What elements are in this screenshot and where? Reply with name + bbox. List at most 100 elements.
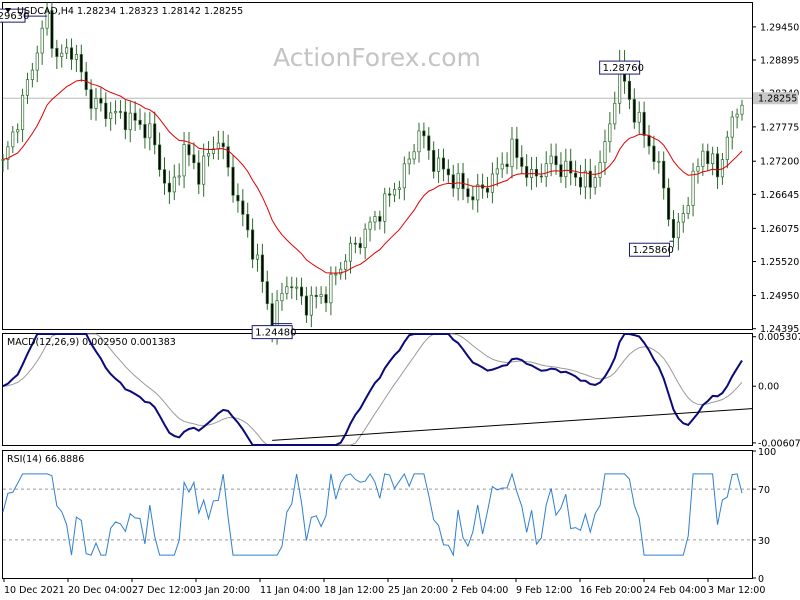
candle-body [402, 163, 406, 189]
candle-body [686, 205, 690, 214]
candle-body [706, 150, 710, 164]
candle-body [485, 187, 490, 193]
candle-body [397, 187, 401, 190]
candle-body [667, 187, 671, 220]
candle-body [255, 254, 260, 260]
candle-body [549, 155, 553, 165]
candle-body [490, 173, 494, 193]
candle-body [525, 166, 529, 178]
rsi-panel-frame [2, 450, 753, 579]
candle-body [89, 89, 93, 109]
candle-body [25, 79, 30, 96]
candle-body [476, 184, 480, 201]
x-tick-label: 11 Jan 04:00 [260, 585, 320, 596]
candle-body [569, 160, 573, 174]
candle-body [495, 168, 499, 175]
x-tick-label: 3 Mar 12:00 [708, 585, 765, 596]
candle-body [114, 111, 118, 114]
candle-body [368, 221, 372, 230]
price-tick-label: 1.25520 [760, 257, 799, 268]
candle-body [177, 175, 181, 178]
candle-body [471, 196, 475, 201]
candle-body [167, 182, 171, 193]
candle-body [578, 176, 583, 188]
candle-body [505, 163, 509, 168]
candle-body [285, 286, 289, 294]
candle-body [427, 135, 431, 151]
candle-body [422, 130, 426, 137]
watermark: ActionForex.com [273, 43, 481, 72]
price-tick-label: 1.26075 [760, 224, 799, 235]
candle-body [691, 170, 695, 206]
x-tick-label: 2 Feb 04:00 [452, 585, 508, 596]
candle-body [40, 27, 44, 54]
candle-body [182, 144, 186, 177]
candle-body [202, 155, 206, 185]
candle-body [118, 111, 123, 113]
current-price-label: 1.28255 [758, 94, 797, 105]
candle-body [715, 153, 720, 178]
candle-body [251, 229, 255, 260]
candle-body [637, 111, 641, 123]
candle-body [148, 123, 152, 139]
candle-body [627, 80, 631, 100]
candle-body [295, 286, 299, 289]
candle-body [441, 157, 446, 170]
candle-body [466, 188, 470, 198]
price-header: USDCAD,H4 1.28234 1.28323 1.28142 1.2825… [17, 6, 243, 17]
candle-body [329, 273, 333, 304]
rsi-tick-label: 30 [758, 536, 770, 547]
candle-body [231, 166, 235, 196]
candle-body [158, 144, 162, 170]
candle-body [647, 135, 651, 147]
x-tick-label: 27 Dec 12:00 [132, 585, 196, 596]
candle-body [241, 200, 245, 215]
candle-body [446, 168, 450, 176]
candle-body [593, 177, 597, 188]
price-tick-label: 1.28895 [760, 56, 799, 67]
candle-body [246, 214, 250, 231]
candle-body [133, 112, 137, 121]
price-tick-label: 1.26645 [760, 190, 799, 201]
candle-body [143, 124, 147, 139]
candle-body [21, 94, 25, 130]
candle-body [363, 228, 367, 249]
candle-body [299, 286, 304, 297]
candle-body [206, 153, 211, 157]
candle-body [613, 102, 617, 125]
candle-body [583, 170, 587, 188]
macd-header: MACD(12,26,9) 0.002950 0.001383 [7, 337, 176, 348]
candle-body [314, 294, 318, 297]
candle-body [735, 113, 739, 118]
candle-body [280, 292, 284, 302]
candle-body [608, 123, 612, 142]
x-tick-label: 20 Dec 04:00 [68, 585, 132, 596]
candle-body [69, 47, 74, 60]
rsi-tick-label: 100 [758, 447, 776, 458]
candle-body [510, 138, 514, 168]
candle-body [598, 162, 602, 178]
candle-body [197, 162, 201, 185]
candle-body [407, 158, 411, 165]
candle-body [500, 163, 504, 170]
candle-body [392, 189, 397, 196]
x-tick-label: 16 Feb 20:00 [580, 585, 642, 596]
candle-body [290, 286, 294, 289]
macd-tick-label: 0.00 [758, 382, 779, 393]
candle-body [632, 99, 636, 123]
candle-body [461, 172, 465, 190]
candle-body [153, 123, 157, 146]
chart-canvas: ActionForex.com 1.296301.287601.258601.2… [0, 2, 800, 596]
candle-body [412, 151, 416, 160]
candle-body [373, 216, 377, 223]
candle-body [671, 219, 676, 239]
candle-body [172, 176, 176, 193]
candle-body [534, 168, 539, 177]
candle-body [417, 130, 421, 153]
candle-body [11, 131, 15, 148]
candle-body [260, 254, 264, 282]
candle-body [539, 175, 543, 178]
candle-body [564, 160, 568, 178]
candle-body [554, 155, 558, 166]
candle-body [304, 295, 308, 316]
